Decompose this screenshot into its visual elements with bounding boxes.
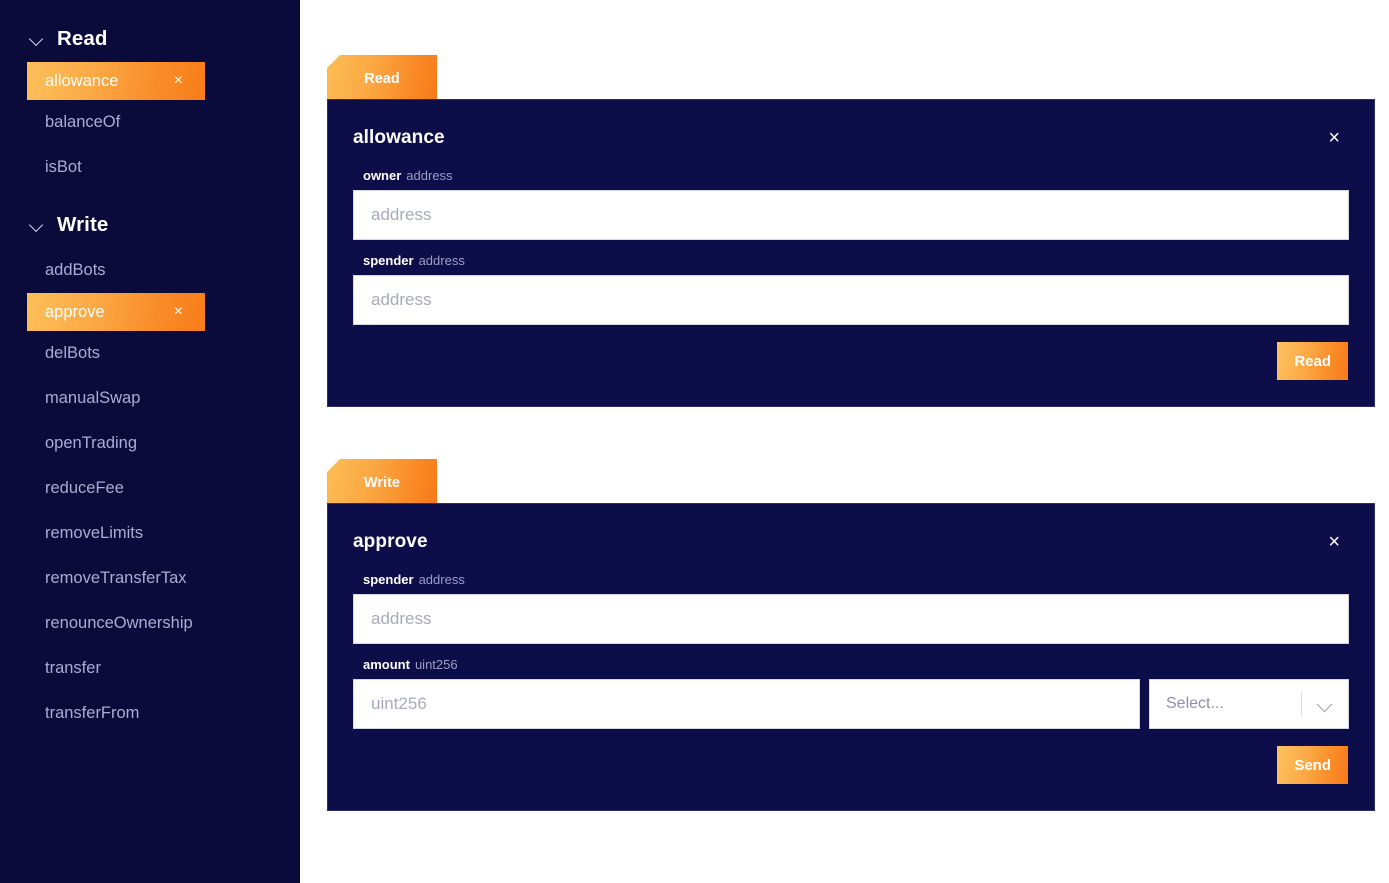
field-amount: amount uint256 Select...: [353, 657, 1349, 729]
write-panel-title: approve: [353, 531, 428, 552]
select-divider: [1301, 692, 1302, 716]
sidebar-item-label: openTrading: [45, 434, 138, 452]
field-type: address: [418, 572, 465, 587]
sidebar-item-manualswap[interactable]: manualSwap: [0, 376, 300, 421]
amount-input[interactable]: [353, 679, 1140, 729]
sidebar-item-removetransfertax[interactable]: removeTransferTax: [0, 556, 300, 601]
sidebar-item-label: delBots: [45, 344, 101, 362]
close-icon[interactable]: ×: [174, 304, 183, 320]
read-button[interactable]: Read: [1277, 342, 1348, 380]
field-type: address: [418, 253, 465, 268]
sidebar-item-opentrading[interactable]: openTrading: [0, 421, 300, 466]
sidebar-item-transfer[interactable]: transfer: [0, 646, 300, 691]
write-panel-wrapper: Write approve × spenderaddress amo: [327, 459, 1389, 811]
sidebar-section-read-label: Read: [57, 27, 108, 50]
sidebar-item-label: approve: [45, 302, 105, 321]
field-spender-label: spender address: [353, 253, 1349, 268]
sidebar-divider: [0, 190, 300, 204]
field-amount-label: amount uint256: [353, 657, 1349, 672]
read-panel-title: allowance: [353, 127, 445, 148]
sidebar-item-label: removeLimits: [45, 524, 144, 542]
sidebar-item-label: transferFrom: [45, 704, 140, 722]
spender-input[interactable]: [353, 275, 1349, 325]
write-panel-header: approve ×: [353, 526, 1349, 554]
field-spender-write-label: spender address: [353, 572, 1349, 587]
sidebar-item-label: isBot: [45, 158, 82, 176]
function-sidebar: Read allowance × balanceOf isBot Write a…: [0, 0, 300, 883]
close-icon[interactable]: ×: [174, 73, 183, 89]
sidebar-item-label: transfer: [45, 659, 101, 677]
sidebar-item-label: removeTransferTax: [45, 569, 187, 587]
field-spender-row: [353, 275, 1349, 325]
read-panel-actions: Read: [353, 342, 1349, 380]
sidebar-item-label: manualSwap: [45, 389, 141, 407]
sidebar-item-label: balanceOf: [45, 113, 121, 131]
sidebar-item-label: addBots: [45, 261, 106, 279]
chevron-down-icon: [30, 218, 44, 232]
sidebar-section-read[interactable]: Read: [0, 18, 300, 60]
field-spender-write: spender address: [353, 572, 1349, 644]
amount-unit-select[interactable]: Select...: [1149, 679, 1349, 729]
sidebar-item-addbots[interactable]: addBots: [0, 248, 300, 293]
sidebar-item-allowance[interactable]: allowance ×: [27, 62, 205, 100]
sidebar-section-write[interactable]: Write: [0, 204, 300, 246]
field-owner: owner address: [353, 168, 1349, 240]
field-spender-write-row: [353, 594, 1349, 644]
sidebar-item-renounceownership[interactable]: renounceOwnership: [0, 601, 300, 646]
sidebar-item-label: renounceOwnership: [45, 614, 193, 632]
amount-unit-select-value: Select...: [1166, 695, 1224, 712]
sidebar-item-approve[interactable]: approve ×: [27, 293, 205, 331]
read-panel-header: allowance ×: [353, 122, 1349, 150]
write-panel: approve × spender address amount uint256: [327, 503, 1375, 811]
field-type: uint256: [414, 657, 458, 672]
chevron-down-icon: [1318, 697, 1332, 711]
write-panel-actions: Send: [353, 746, 1349, 784]
tab-write[interactable]: Write: [327, 459, 437, 503]
sidebar-section-write-label: Write: [57, 213, 109, 236]
field-owner-label: owner address: [353, 168, 1349, 183]
field-amount-row: Select...: [353, 679, 1349, 729]
main-content: Read allowance × owneraddress spen: [300, 0, 1389, 883]
sidebar-item-delbots[interactable]: delBots: [0, 331, 300, 376]
field-spender-read: spender address: [353, 253, 1349, 325]
sidebar-item-label: allowance: [45, 71, 119, 90]
close-icon[interactable]: ×: [1322, 530, 1346, 554]
sidebar-item-label: reduceFee: [45, 479, 124, 497]
spender-write-input[interactable]: [353, 594, 1349, 644]
owner-input[interactable]: [353, 190, 1349, 240]
sidebar-item-transferfrom[interactable]: transferFrom: [0, 691, 300, 736]
read-panel: allowance × owner address spender address: [327, 99, 1375, 407]
sidebar-item-reducefee[interactable]: reduceFee: [0, 466, 300, 511]
field-type: address: [406, 168, 453, 183]
field-name: spender: [363, 572, 414, 587]
field-name: spender: [363, 253, 414, 268]
close-icon[interactable]: ×: [1322, 126, 1346, 150]
field-owner-row: [353, 190, 1349, 240]
tab-read[interactable]: Read: [327, 55, 437, 99]
sidebar-item-removelimits[interactable]: removeLimits: [0, 511, 300, 556]
sidebar-read-function-list: allowance × balanceOf isBot: [0, 62, 300, 190]
read-panel-wrapper: Read allowance × owneraddress spen: [327, 55, 1389, 407]
sidebar-write-function-list: addBots approve × delBots manualSwap ope…: [0, 248, 300, 736]
field-name: amount: [363, 657, 410, 672]
sidebar-item-isbot[interactable]: isBot: [0, 145, 300, 190]
contract-interaction-page: Read allowance × balanceOf isBot Write a…: [0, 0, 1389, 883]
field-name: owner: [363, 168, 402, 183]
sidebar-item-balanceof[interactable]: balanceOf: [0, 100, 300, 145]
chevron-down-icon: [30, 32, 44, 46]
send-button[interactable]: Send: [1277, 746, 1348, 784]
